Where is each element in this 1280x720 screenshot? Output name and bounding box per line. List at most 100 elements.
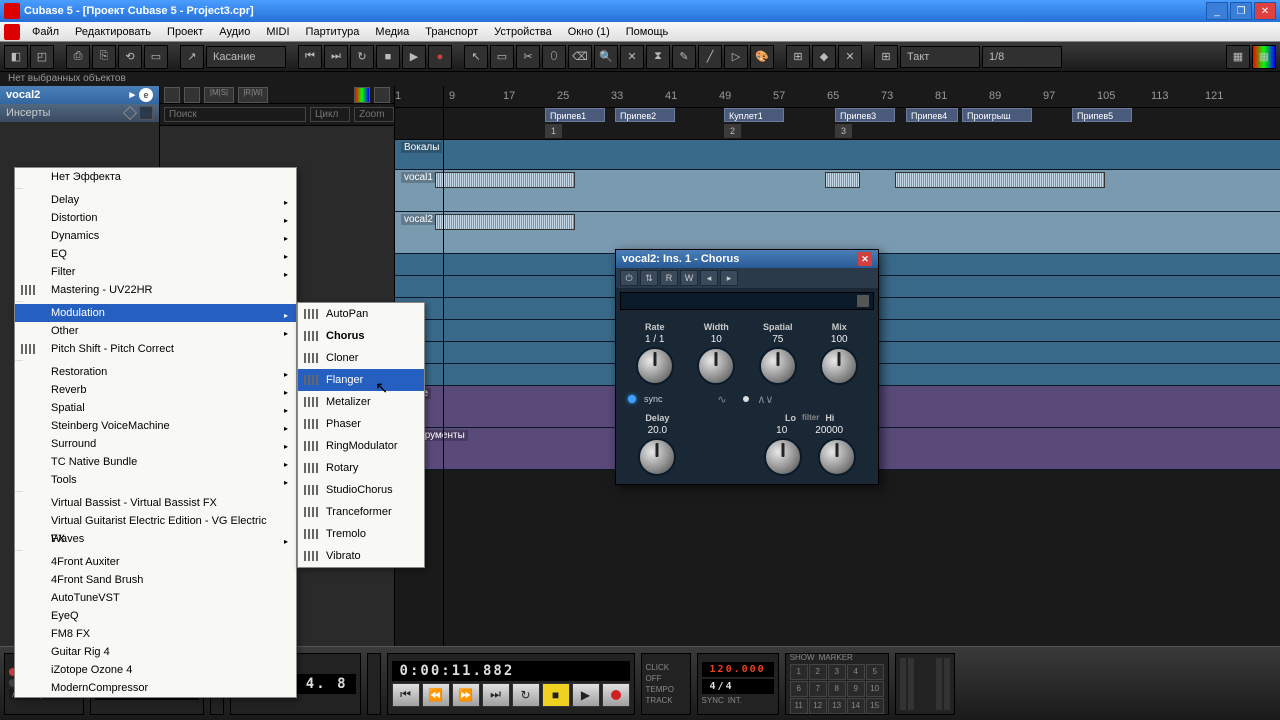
menu-help[interactable]: Помощь: [618, 24, 677, 40]
marker-button[interactable]: 10: [866, 681, 884, 697]
forward-button-tp[interactable]: ⏩: [452, 683, 480, 707]
knob-hi[interactable]: [818, 438, 856, 476]
effect-menu-item[interactable]: EyeQ: [15, 607, 296, 625]
arranger-event[interactable]: 1: [545, 124, 562, 138]
plugin-read[interactable]: R: [660, 270, 678, 286]
arranger-event[interactable]: 2: [724, 124, 741, 138]
color-menu[interactable]: ▦: [1226, 45, 1250, 69]
effect-menu-item[interactable]: AutoTuneVST: [15, 589, 296, 607]
forward-button[interactable]: ⏭: [324, 45, 348, 69]
plugin-write[interactable]: W: [680, 270, 698, 286]
menu-audio[interactable]: Аудио: [211, 24, 258, 40]
menu-file[interactable]: Файл: [24, 24, 67, 40]
effect-menu-item[interactable]: Steinberg VoiceMachine▸: [15, 417, 296, 435]
knob-width[interactable]: [697, 347, 735, 385]
color-tool[interactable]: 🎨: [750, 45, 774, 69]
track-vocal1[interactable]: vocal1: [395, 170, 1280, 212]
plugin-preset-prev[interactable]: ◂: [700, 270, 718, 286]
effect-menu-item[interactable]: Other▸: [15, 322, 296, 340]
submenu-item[interactable]: Tranceformer: [298, 501, 424, 523]
effect-menu-item[interactable]: 4Front Sand Brush: [15, 571, 296, 589]
marker-button[interactable]: 6: [790, 681, 808, 697]
marker-button[interactable]: 12: [809, 698, 827, 714]
stop-button[interactable]: ■: [376, 45, 400, 69]
submenu-item[interactable]: Phaser: [298, 413, 424, 435]
play-button[interactable]: ▶: [402, 45, 426, 69]
marker[interactable]: Припев2: [615, 108, 675, 122]
plugin-power[interactable]: ⏻: [620, 270, 638, 286]
knob-mix[interactable]: [820, 347, 858, 385]
submenu-item[interactable]: Rotary: [298, 457, 424, 479]
glue-tool[interactable]: ⬯: [542, 45, 566, 69]
effect-menu-item[interactable]: iZotope Ozone 4: [15, 661, 296, 679]
marker[interactable]: Проигрыш: [962, 108, 1032, 122]
ruler[interactable]: 191725334149576573818997105113121: [395, 86, 1280, 108]
marker-button[interactable]: 8: [828, 681, 846, 697]
effect-menu-item[interactable]: ModernCompressor: [15, 679, 296, 697]
marker[interactable]: Припев5: [1072, 108, 1132, 122]
line-tool[interactable]: ╱: [698, 45, 722, 69]
plugin-close-button[interactable]: ✕: [858, 252, 872, 266]
play-button-tp[interactable]: ▶: [572, 683, 600, 707]
search-input[interactable]: [164, 107, 306, 122]
marker-button[interactable]: 13: [828, 698, 846, 714]
submenu-item[interactable]: Flanger: [298, 369, 424, 391]
effect-menu-item[interactable]: Reverb▸: [15, 381, 296, 399]
record-button[interactable]: ●: [428, 45, 452, 69]
snap-type[interactable]: ◆: [812, 45, 836, 69]
record-button-tp[interactable]: [602, 683, 630, 707]
effect-menu-item[interactable]: FM8 FX: [15, 625, 296, 643]
quantize-select[interactable]: 1/8: [982, 46, 1062, 68]
marker-button[interactable]: 9: [847, 681, 865, 697]
inspector-inserts[interactable]: Инсерты: [0, 104, 159, 122]
menu-transport[interactable]: Транспорт: [417, 24, 486, 40]
rewind-button-tp[interactable]: ⏪: [422, 683, 450, 707]
plugin-preset-next[interactable]: ▸: [720, 270, 738, 286]
plugin-window-chorus[interactable]: vocal2: Ins. 1 - Chorus ✕ ⏻ ⇅ R W ◂ ▸ Ra…: [615, 249, 879, 485]
arrow-tool[interactable]: ↖: [464, 45, 488, 69]
effect-menu-item[interactable]: Guitar Rig 4: [15, 643, 296, 661]
marker[interactable]: Припев1: [545, 108, 605, 122]
tool-4[interactable]: ▭: [144, 45, 168, 69]
snap-button[interactable]: ⊞: [786, 45, 810, 69]
arranger-event[interactable]: 3: [835, 124, 852, 138]
plugin-bypass[interactable]: ⇅: [640, 270, 658, 286]
effect-menu-item[interactable]: EQ▸: [15, 245, 296, 263]
effect-menu-item[interactable]: 4Front Auxiter: [15, 553, 296, 571]
erase-tool[interactable]: ⌫: [568, 45, 592, 69]
submenu-item[interactable]: Vibrato: [298, 545, 424, 567]
submenu-item[interactable]: RingModulator: [298, 435, 424, 457]
zoom-tool[interactable]: 🔍: [594, 45, 618, 69]
effect-menu-item[interactable]: Modulation▸: [15, 304, 296, 322]
submenu-item[interactable]: Cloner: [298, 347, 424, 369]
menu-devices[interactable]: Устройства: [486, 24, 560, 40]
zoom-input[interactable]: [354, 107, 394, 122]
track-color[interactable]: [354, 87, 370, 103]
knob-spatial[interactable]: [759, 347, 797, 385]
play-tool[interactable]: ▷: [724, 45, 748, 69]
waveform-selector[interactable]: [743, 396, 749, 402]
menu-project[interactable]: Проект: [159, 24, 211, 40]
effect-menu-item[interactable]: Filter▸: [15, 263, 296, 281]
effect-menu-item[interactable]: Tools▸: [15, 471, 296, 489]
waveform-tri-icon[interactable]: ∧∨: [757, 393, 775, 405]
signature-display[interactable]: 4/4: [702, 679, 774, 694]
effect-menu-item[interactable]: Нет Эффекта: [15, 168, 296, 186]
submenu-item[interactable]: AutoPan: [298, 303, 424, 325]
timewarp-tool[interactable]: ⧗: [646, 45, 670, 69]
submenu-item[interactable]: Metalizer: [298, 391, 424, 413]
goto-start-button[interactable]: ⏮: [392, 683, 420, 707]
loop-input[interactable]: [310, 107, 350, 122]
plugin-titlebar[interactable]: vocal2: Ins. 1 - Chorus ✕: [616, 250, 878, 268]
waveform-sine-icon[interactable]: ∿: [717, 393, 735, 405]
effect-menu-item[interactable]: Dynamics▸: [15, 227, 296, 245]
effect-menu-item[interactable]: TC Native Bundle▸: [15, 453, 296, 471]
effect-menu-item[interactable]: Spatial▸: [15, 399, 296, 417]
click-toggle[interactable]: OFF: [646, 674, 686, 683]
maximize-button[interactable]: ❐: [1230, 2, 1252, 20]
effect-menu-item[interactable]: Waves▸: [15, 530, 296, 548]
draw-tool[interactable]: ✎: [672, 45, 696, 69]
goto-end-button[interactable]: ⏭: [482, 683, 510, 707]
nudge-buttons[interactable]: [367, 653, 381, 715]
timecode-display[interactable]: 0:00:11.882: [392, 661, 630, 681]
